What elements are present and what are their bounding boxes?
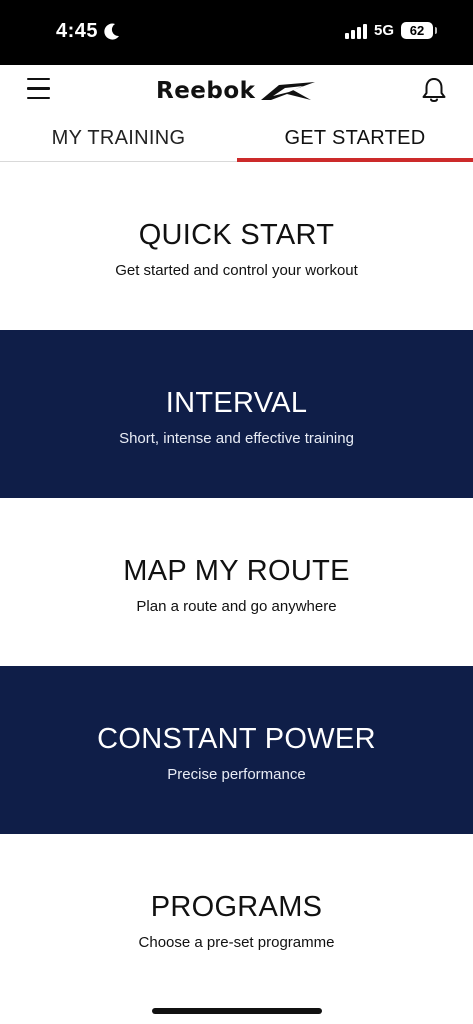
card-subtitle: Short, intense and effective training xyxy=(119,430,354,447)
card-subtitle: Precise performance xyxy=(167,766,306,783)
battery-icon: 62 xyxy=(401,22,437,39)
hamburger-menu-icon[interactable] xyxy=(27,78,51,100)
cellular-signal-icon xyxy=(344,23,367,39)
battery-level: 62 xyxy=(409,23,425,38)
reebok-logo: Reebok xyxy=(156,78,317,104)
moon-icon xyxy=(104,23,120,40)
card-title: QUICK START xyxy=(138,219,335,251)
card-title: CONSTANT POWER xyxy=(97,723,376,755)
tab-my-training[interactable]: MY TRAINING xyxy=(0,115,237,162)
card-subtitle: Plan a route and go anywhere xyxy=(136,598,337,615)
tab-bar: MY TRAINING GET STARTED xyxy=(0,115,473,162)
card-quick-start[interactable]: QUICK START Get started and control your… xyxy=(0,162,473,330)
status-bar: 4:45 5G 62 xyxy=(0,0,473,65)
app-header: Reebok xyxy=(0,65,473,115)
card-constant-power[interactable]: CONSTANT POWER Precise performance xyxy=(0,666,473,834)
card-subtitle: Get started and control your workout xyxy=(115,262,358,279)
home-indicator[interactable] xyxy=(152,1008,322,1014)
card-programs[interactable]: PROGRAMS Choose a pre-set programme xyxy=(0,834,473,1002)
network-type: 5G xyxy=(373,22,394,39)
tab-get-started[interactable]: GET STARTED xyxy=(237,115,473,162)
card-subtitle: Choose a pre-set programme xyxy=(138,934,335,951)
status-time-text: 4:45 xyxy=(56,20,99,42)
card-title: MAP MY ROUTE xyxy=(123,555,350,587)
app-screen: 4:45 5G 62 Reebok MY TRAINING GET STARTE… xyxy=(0,0,473,1024)
card-title: INTERVAL xyxy=(165,387,308,419)
card-title: PROGRAMS xyxy=(150,891,323,923)
logo-wordmark: Reebok xyxy=(156,78,256,104)
bell-icon[interactable] xyxy=(421,76,447,104)
card-interval[interactable]: INTERVAL Short, intense and effective tr… xyxy=(0,330,473,498)
reebok-vector-icon xyxy=(261,82,316,100)
card-map-my-route[interactable]: MAP MY ROUTE Plan a route and go anywher… xyxy=(0,498,473,666)
status-indicators: 5G 62 xyxy=(344,22,437,39)
workout-card-list: QUICK START Get started and control your… xyxy=(0,162,473,1002)
status-time: 4:45 xyxy=(56,20,120,43)
